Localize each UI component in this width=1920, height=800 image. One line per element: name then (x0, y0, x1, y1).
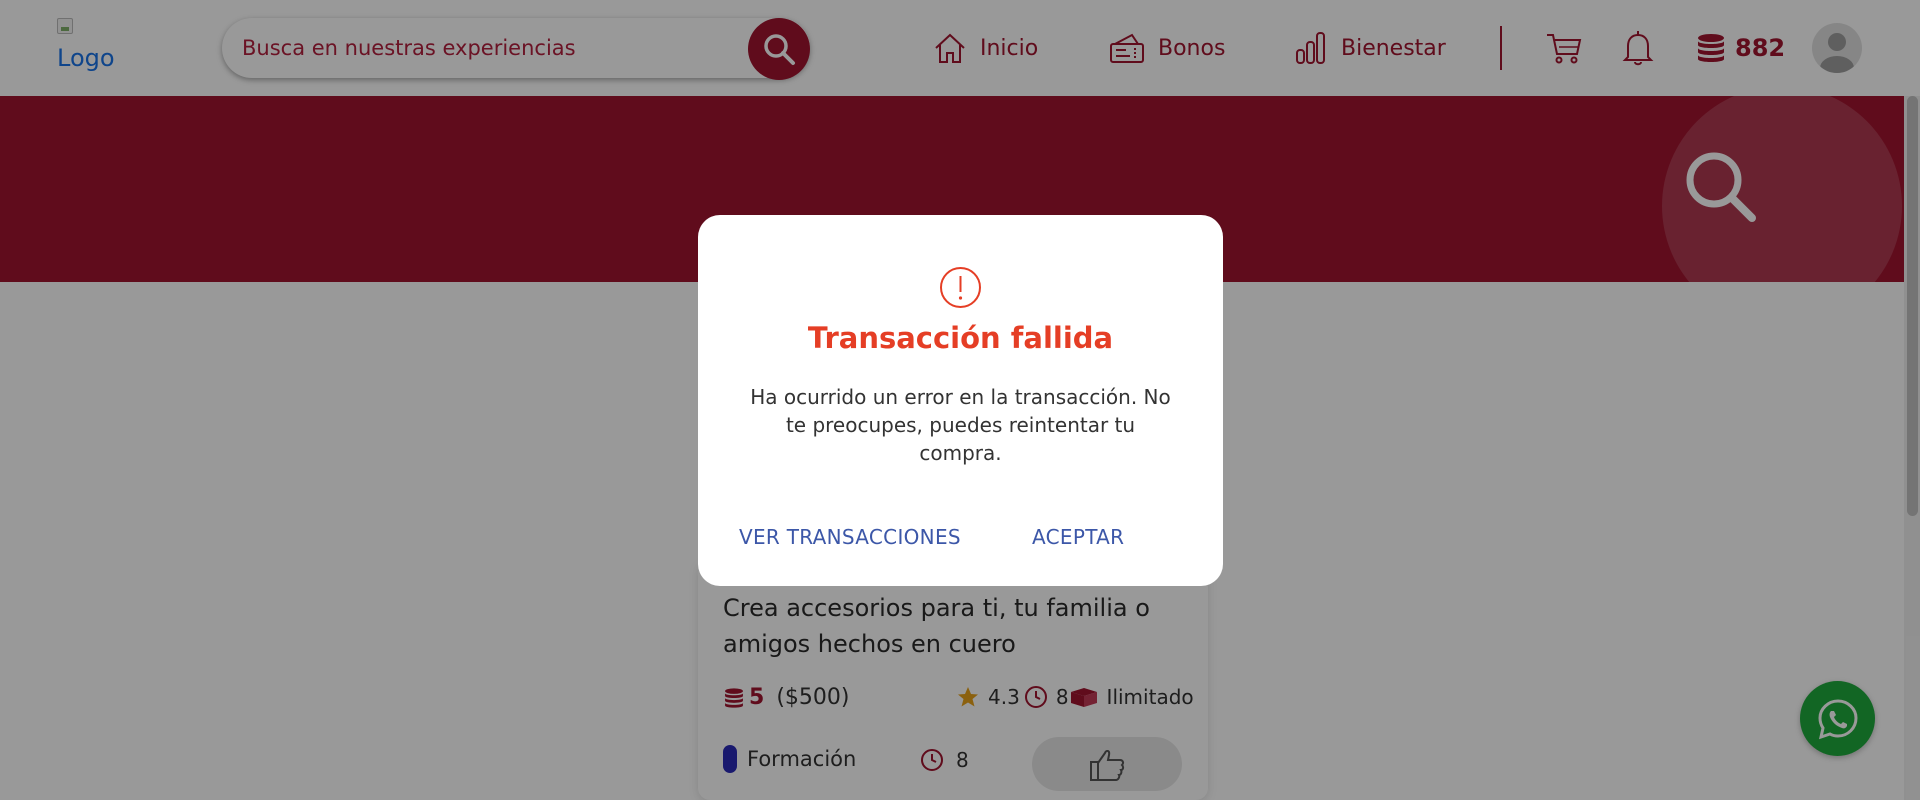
error-dialog: Transacción fallida Ha ocurrido un error… (698, 215, 1223, 586)
view-transactions-button[interactable]: VER TRANSACCIONES (739, 525, 961, 549)
dialog-message: Ha ocurrido un error en la transacción. … (750, 385, 1171, 465)
alert-icon (940, 267, 981, 308)
accept-button[interactable]: ACEPTAR (1032, 525, 1124, 549)
dialog-title: Transacción fallida (807, 321, 1114, 355)
